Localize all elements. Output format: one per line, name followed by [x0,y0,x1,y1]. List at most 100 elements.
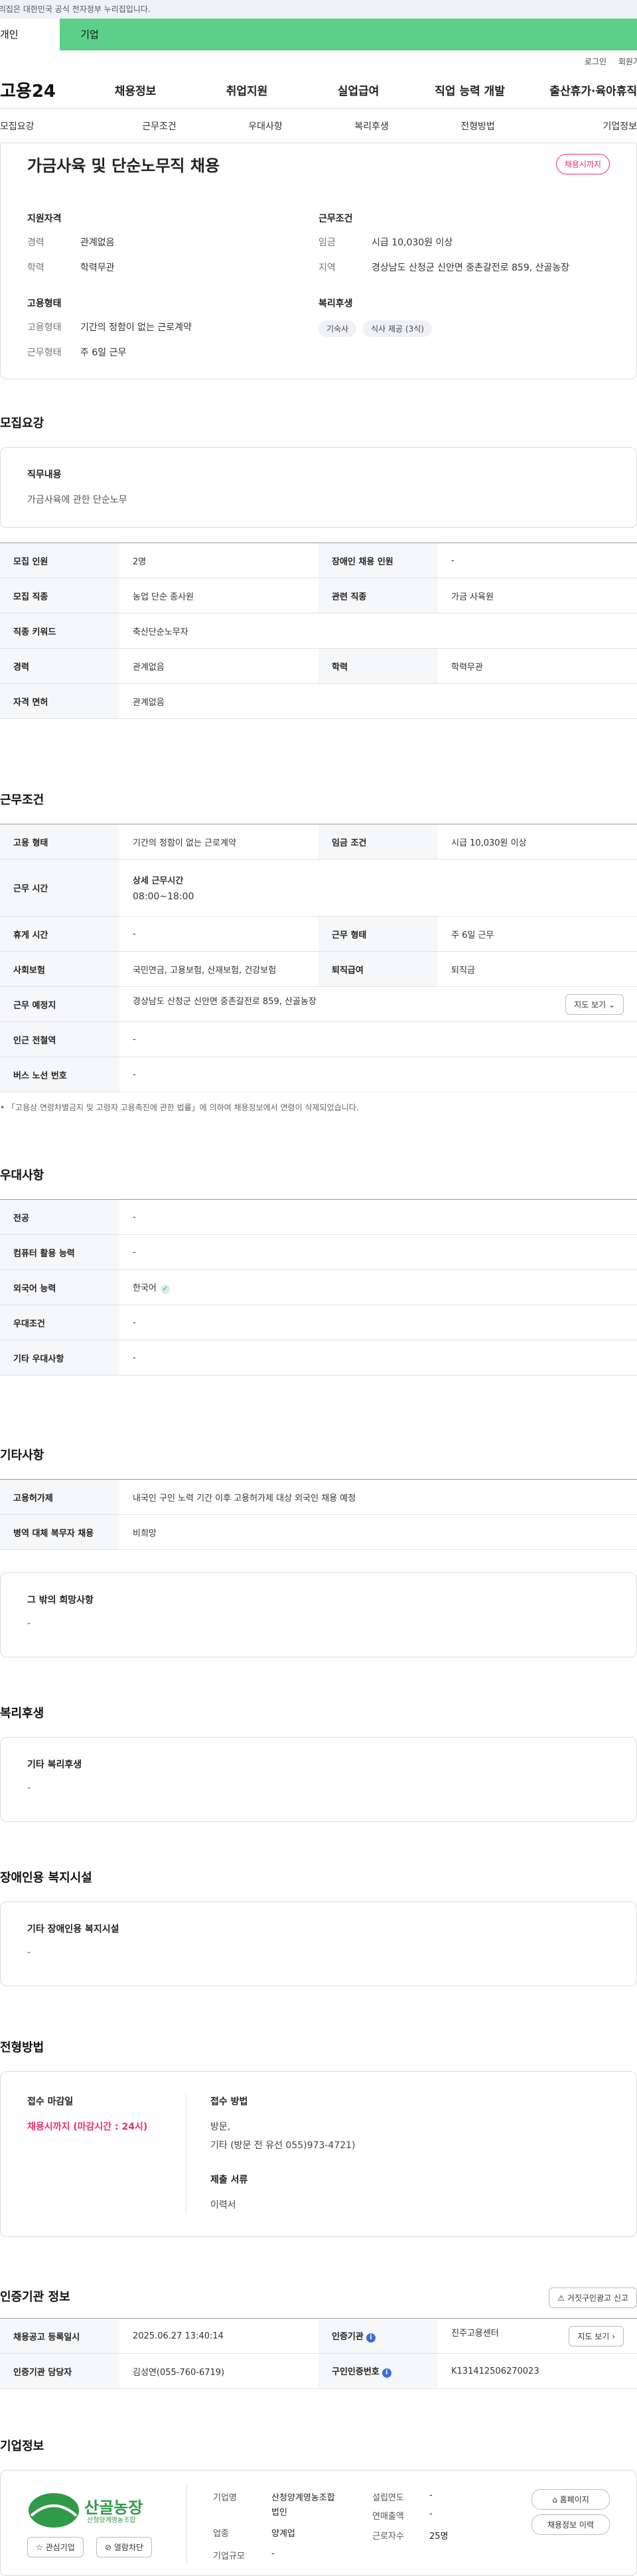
method-value: 기타 (방문 전 유선 055)973-4721) [210,2140,356,2151]
box-text: - [27,1783,31,1793]
info-icon[interactable]: i [382,2368,391,2378]
signup-link[interactable]: 회원가입 [618,56,637,67]
bell-icon: ⚠ [557,2293,565,2303]
table-row: 외국어 능력 한국어 ✓ [0,1269,637,1305]
report-fake-ad-button[interactable]: ⚠ 거짓구인광고 신고 [549,2287,637,2308]
table-row: 자격 면허 관계없음 [0,683,637,719]
value: 양계업 [271,2529,295,2539]
section-subnav: 모집요강 근무조건 우대사항 복리후생 전형방법 기업정보 [0,109,637,143]
label: 근무형태 [27,348,62,358]
chevron-down-icon: ⌄ [608,999,615,1009]
value: 관계없음 [80,237,115,248]
cell-value: - [119,1305,637,1340]
conditions-heading: 근무조건 [318,214,353,224]
method-heading: 접수 방법 [210,2096,248,2107]
subnav-process[interactable]: 전형방법 [425,119,531,133]
block-view-button[interactable]: ⊘ 열람차단 [96,2537,153,2557]
label: 설립연도 [372,2493,404,2503]
map-view-button[interactable]: 지도 보기 ⌄ [565,994,624,1015]
value: 시급 10,030원 이상 [372,237,453,248]
cell-label: 고용허가제 [0,1479,119,1515]
work-address: 경상남도 산청군 신안면 중촌갈전로 859, 산골농장 [133,996,317,1007]
deadline-value: 채용시까지 (마감시간 : 24시) [27,2122,148,2132]
cell-value: 2025.06.27 13:40:14 [119,2318,318,2354]
box-text: - [27,1618,31,1629]
button-label: 지도 보기 [577,2331,610,2341]
agency-value: 진주고용센터 [451,2328,499,2339]
age-notice: • 「고용상 연령차별금지 및 고령자 고용촉진에 관한 법률」에 의하여 채용… [0,1102,637,1113]
cell-label: 병역 대체 복무자 채용 [0,1514,119,1550]
button-label: 열람차단 [113,2543,144,2552]
table-row: 우대조건 - [0,1305,637,1340]
method-col: 접수 방법 방문, 기타 (방문 전 유선 055)973-4721) 제출 서… [186,2094,355,2214]
nav-employment-support[interactable]: 취업지원 [191,82,303,98]
qualification-heading: 지원자격 [27,214,62,224]
site-logo[interactable]: 고용24 [0,78,80,102]
nav-parental-leave[interactable]: 출산휴가·육아휴직 [526,82,637,98]
table-row: 인증기관 담당자 김성연(055-760-6719) 구인인증번호 i K1314125… [0,2353,637,2389]
duty-box: 직무내용 가금사육에 관한 단순노무 [0,447,637,528]
table-row: 고용허가제 내국인 구인 노력 기간 이후 고용허가제 대상 외국인 채용 예정 [0,1479,637,1515]
section-title-cert: 인증기관 정보 [0,2290,70,2304]
label: 연매출액 [372,2512,404,2522]
cell-value: - [119,1234,637,1270]
cell-label: 관련 직종 [318,578,438,613]
process-box: 접수 마감일 채용시까지 (마감시간 : 24시) 접수 방법 방문, 기타 (… [0,2071,637,2237]
label-text: 구인인증번호 [332,2367,380,2377]
cell-value: 2명 [119,543,318,578]
section-title-process: 전형방법 [0,2041,44,2055]
cell-label: 자격 면허 [0,683,119,719]
subnav-preferences[interactable]: 우대사항 [212,119,318,133]
cell-value: 학력무관 [438,648,637,684]
preferences-table: 전공 - 컴퓨터 활용 능력 - 외국어 능력 한국어 ✓ 우대조건 - 기타 우대사항 - [0,1199,637,1376]
info-icon[interactable]: i [366,2333,376,2343]
subnav-company[interactable]: 기업정보 [531,119,637,133]
value: 기간의 정함이 없는 근로계약 [80,322,192,333]
button-label: 거짓구인광고 신고 [567,2293,628,2303]
table-row: 사회보험 국민연금, 고용보험, 산재보험, 건강보험 퇴직급여 퇴직금 [0,951,637,987]
nav-jobs[interactable]: 채용정보 [80,82,191,98]
value: - [271,2549,275,2559]
duty-heading: 직무내용 [27,470,62,480]
cell-label: 임금 조건 [318,824,438,860]
section-title-welfare: 복리후생 [0,1707,44,1720]
table-row: 컴퓨터 활용 능력 - [0,1234,637,1270]
value: 학력무관 [80,263,115,273]
cell-value: - [119,1340,637,1376]
label: 근로자수 [372,2532,404,2542]
label: 경력 [27,237,44,248]
cell-label: 고용 형태 [0,824,119,860]
notice-text: 「고용상 연령차별금지 및 고령자 고용촉진에 관한 법률」에 의하여 채용정보… [7,1103,359,1112]
star-icon: ☆ [36,2543,43,2552]
section-title-company: 기업정보 [0,2439,44,2453]
cell-label: 근무 시간 [0,859,119,917]
util-links: 로그인 회원가입 [0,50,637,72]
subnav-recruit[interactable]: 모집요강 [0,119,106,133]
table-row: 모집 인원 2명 장애인 채용 인원 - [0,543,637,578]
subnav-conditions[interactable]: 근무조건 [106,119,212,133]
cell-value: 상세 근무시간 08:00~18:00 [119,859,637,917]
table-row: 인근 전철역 - [0,1021,637,1057]
job-history-button[interactable]: 채용정보 이력 [531,2514,610,2535]
cell-label: 휴게 시간 [0,916,119,952]
homepage-button[interactable]: ⌂ 홈페이지 [531,2489,610,2510]
cell-label: 모집 인원 [0,543,119,578]
table-row: 버스 노선 번호 - [0,1057,637,1092]
company-name: 산청양계영농조합 [271,2493,335,2503]
subnav-welfare[interactable]: 복리후생 [318,119,425,133]
nav-vocational-training[interactable]: 직업 능력 개발 [414,82,526,98]
nav-unemployment-benefit[interactable]: 실업급여 [303,82,414,98]
login-link[interactable]: 로그인 [585,56,606,67]
box-text: - [27,1947,31,1958]
label: 업종 [213,2529,229,2539]
agency-map-button[interactable]: 지도 보기 › [569,2325,624,2347]
cell-label: 버스 노선 번호 [0,1057,119,1092]
tab-company[interactable]: 기업 [60,19,119,50]
favorite-company-button[interactable]: ☆ 관심기업 [27,2537,84,2557]
button-label: 지도 보기 [574,999,606,1009]
check-icon: ✓ [160,1285,170,1294]
label: 지역 [318,263,336,273]
chevron-right-icon: › [612,2331,615,2341]
cell-label: 우대조건 [0,1305,119,1340]
tab-personal[interactable]: 개인 [0,19,60,50]
